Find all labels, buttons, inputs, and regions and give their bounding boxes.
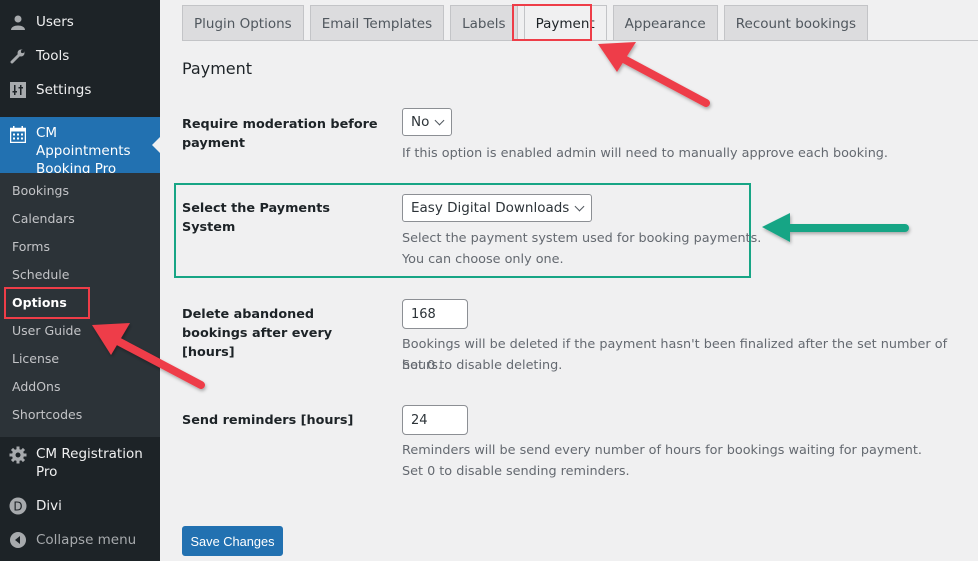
chevron-down-icon <box>574 201 585 211</box>
submenu-forms[interactable]: Forms <box>12 237 50 257</box>
svg-text:D: D <box>13 500 22 514</box>
reminders-label: Send reminders [hours] <box>182 413 354 428</box>
submenu-license[interactable]: License <box>12 349 59 369</box>
delete-abandoned-label: Delete abandoned bookings after every [h… <box>182 307 333 360</box>
submenu-addons[interactable]: AddOns <box>12 377 60 397</box>
submenu-calendars[interactable]: Calendars <box>12 209 75 229</box>
tab-appearance[interactable]: Appearance <box>612 5 718 41</box>
sidebar-item-label: Divi <box>36 498 62 514</box>
sidebar-item-label: Tools <box>36 48 70 64</box>
moderation-value: No <box>411 114 430 130</box>
sidebar-item-label: CM Appointments Booking Pro <box>36 125 131 177</box>
delete-abandoned-input[interactable]: 168 <box>402 299 468 329</box>
gear-icon <box>0 446 36 464</box>
settings-sliders-icon <box>0 82 36 98</box>
collapse-icon <box>0 532 36 548</box>
submenu-bookings[interactable]: Bookings <box>12 181 69 201</box>
calendar-icon <box>0 126 36 143</box>
wrench-icon <box>0 48 36 64</box>
tab-labels[interactable]: Labels <box>450 5 518 41</box>
sidebar-item-divi[interactable]: D Divi <box>0 489 160 523</box>
delete-abandoned-description-2: Set 0 to disable deleting. <box>402 358 563 373</box>
chevron-down-icon <box>434 115 445 125</box>
reminders-description-2: Set 0 to disable sending reminders. <box>402 464 630 479</box>
moderation-description: If this option is enabled admin will nee… <box>402 146 888 161</box>
green-arrow-payment-system <box>762 213 909 242</box>
collapse-menu-button[interactable]: Collapse menu <box>0 523 160 557</box>
sidebar-item-settings[interactable]: Settings <box>0 73 160 107</box>
save-changes-button[interactable]: Save Changes <box>182 526 283 556</box>
sidebar-item-users[interactable]: Users <box>0 5 160 39</box>
sidebar-item-label: Collapse menu <box>36 532 137 548</box>
payment-system-description-2: You can choose only one. <box>402 252 564 267</box>
reminders-description: Reminders will be send every number of h… <box>402 443 922 458</box>
tab-email-templates[interactable]: Email Templates <box>309 5 445 41</box>
sidebar-item-label: Settings <box>36 82 92 98</box>
payment-system-label: Select the Payments System <box>182 201 330 235</box>
red-arrow-payment <box>598 42 710 107</box>
red-highlight-options <box>4 287 90 319</box>
sidebar-item-tools[interactable]: Tools <box>0 39 160 73</box>
moderation-label: Require moderation before payment <box>182 117 378 151</box>
sidebar-item-label: CM Registration Pro <box>36 446 143 480</box>
admin-sidebar: Users Tools Settings CM Appointments Boo… <box>0 0 160 561</box>
tab-plugin-options[interactable]: Plugin Options <box>182 5 304 41</box>
payment-system-value: Easy Digital Downloads <box>411 200 570 216</box>
moderation-select[interactable]: No <box>402 108 453 136</box>
reminders-input[interactable]: 24 <box>402 405 468 435</box>
sidebar-item-label: Users <box>36 14 74 30</box>
red-highlight-payment-tab <box>512 4 592 41</box>
sidebar-item-cm-appointments[interactable]: CM Appointments Booking Pro <box>0 117 160 177</box>
payment-system-description: Select the payment system used for booki… <box>402 231 762 246</box>
tab-recount-bookings[interactable]: Recount bookings <box>723 5 869 41</box>
submenu-schedule[interactable]: Schedule <box>12 265 69 285</box>
submenu-user-guide[interactable]: User Guide <box>12 321 81 341</box>
divi-icon: D <box>0 497 36 515</box>
payment-system-select[interactable]: Easy Digital Downloads <box>402 194 593 222</box>
users-icon <box>0 14 36 30</box>
section-title: Payment <box>182 59 253 78</box>
submenu-shortcodes[interactable]: Shortcodes <box>12 405 82 425</box>
sidebar-item-cm-registration[interactable]: CM Registration Pro <box>0 437 160 487</box>
